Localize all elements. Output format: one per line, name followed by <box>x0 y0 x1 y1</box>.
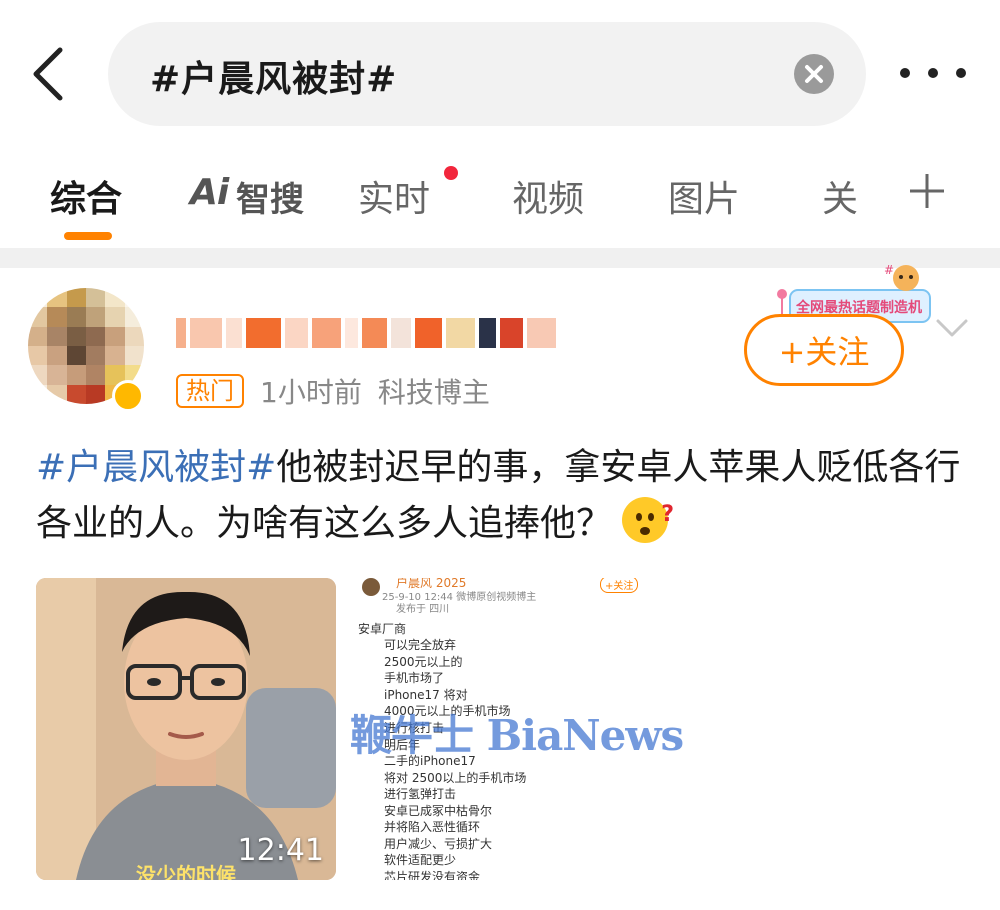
tab-images[interactable]: 图片 <box>668 170 740 222</box>
thinking-emoji-icon: ? <box>622 497 674 543</box>
chevron-down-icon[interactable] <box>934 316 970 340</box>
svg-text:#: # <box>884 264 894 277</box>
tab-follow[interactable]: 关 <box>822 170 858 222</box>
screenshot-line: 用户减少、亏损扩大 <box>384 837 493 851</box>
bianews-watermark: 鞭牛士 BiaNews <box>350 711 684 760</box>
post-meta: 热门 1小时前 科技博主 <box>176 372 490 410</box>
screenshot-line: 手机市场了 <box>384 671 445 685</box>
ai-logo-icon[interactable]: Ai <box>190 172 229 213</box>
screenshot-line: iPhone17 将对 <box>384 688 468 702</box>
tab-video[interactable]: 视频 <box>512 170 584 222</box>
screenshot-line: 将对 2500以上的手机市场 <box>384 771 527 785</box>
add-tab-icon[interactable] <box>908 172 946 210</box>
search-query-text: #户晨风被封# <box>150 59 398 100</box>
video-caption: 没少的时候 <box>136 863 236 880</box>
screenshot-line: 并将陷入恶性循环 <box>384 820 481 834</box>
follow-button[interactable]: +关注 <box>744 314 904 386</box>
video-duration: 12:41 <box>237 833 324 868</box>
top-bar: #户晨风被封# <box>0 0 1000 140</box>
screenshot-line: 安卓厂商 <box>358 622 407 636</box>
post-body: #户晨风被封#他被封迟早的事，拿安卓人苹果人贬低各行各业的人。为啥有这么多人追捧… <box>36 440 976 552</box>
tab-comprehensive[interactable]: 综合 <box>50 170 122 222</box>
clear-icon[interactable] <box>794 54 834 94</box>
search-tabs: 综合 Ai 智搜 实时 视频 图片 关 <box>0 140 1000 248</box>
back-arrow-icon[interactable] <box>26 44 76 104</box>
screenshot-follow: +关注 <box>600 578 639 593</box>
screenshot-line: 软件适配更少 <box>384 853 457 867</box>
search-input[interactable]: #户晨风被封# <box>108 22 866 126</box>
tab-realtime[interactable]: 实时 <box>358 170 430 222</box>
screenshot-line: 安卓已成冢中枯骨尔 <box>384 804 493 818</box>
screenshot-line: 进行氢弹打击 <box>384 787 457 801</box>
post-time: 1小时前 <box>260 376 362 409</box>
hot-badge: 热门 <box>176 374 244 408</box>
realtime-notification-dot <box>444 166 458 180</box>
username-blurred[interactable] <box>176 310 556 356</box>
hashtag-link[interactable]: #户晨风被封# <box>36 447 276 488</box>
active-tab-indicator <box>64 232 112 240</box>
screenshot-line: 可以完全放弃 <box>384 638 457 652</box>
screenshot-line: 芯片研发没有资金 <box>384 870 481 880</box>
verified-badge-icon <box>112 380 144 412</box>
screenshot-line: 2500元以上的 <box>384 655 463 669</box>
tab-ai-search[interactable]: 智搜 <box>236 172 304 221</box>
screenshot-location: 发布于 四川 <box>396 604 450 615</box>
more-options-icon[interactable] <box>898 55 968 91</box>
author-role: 科技博主 <box>377 376 490 409</box>
video-thumbnail[interactable]: 12:41 没少的时候 <box>36 578 336 880</box>
